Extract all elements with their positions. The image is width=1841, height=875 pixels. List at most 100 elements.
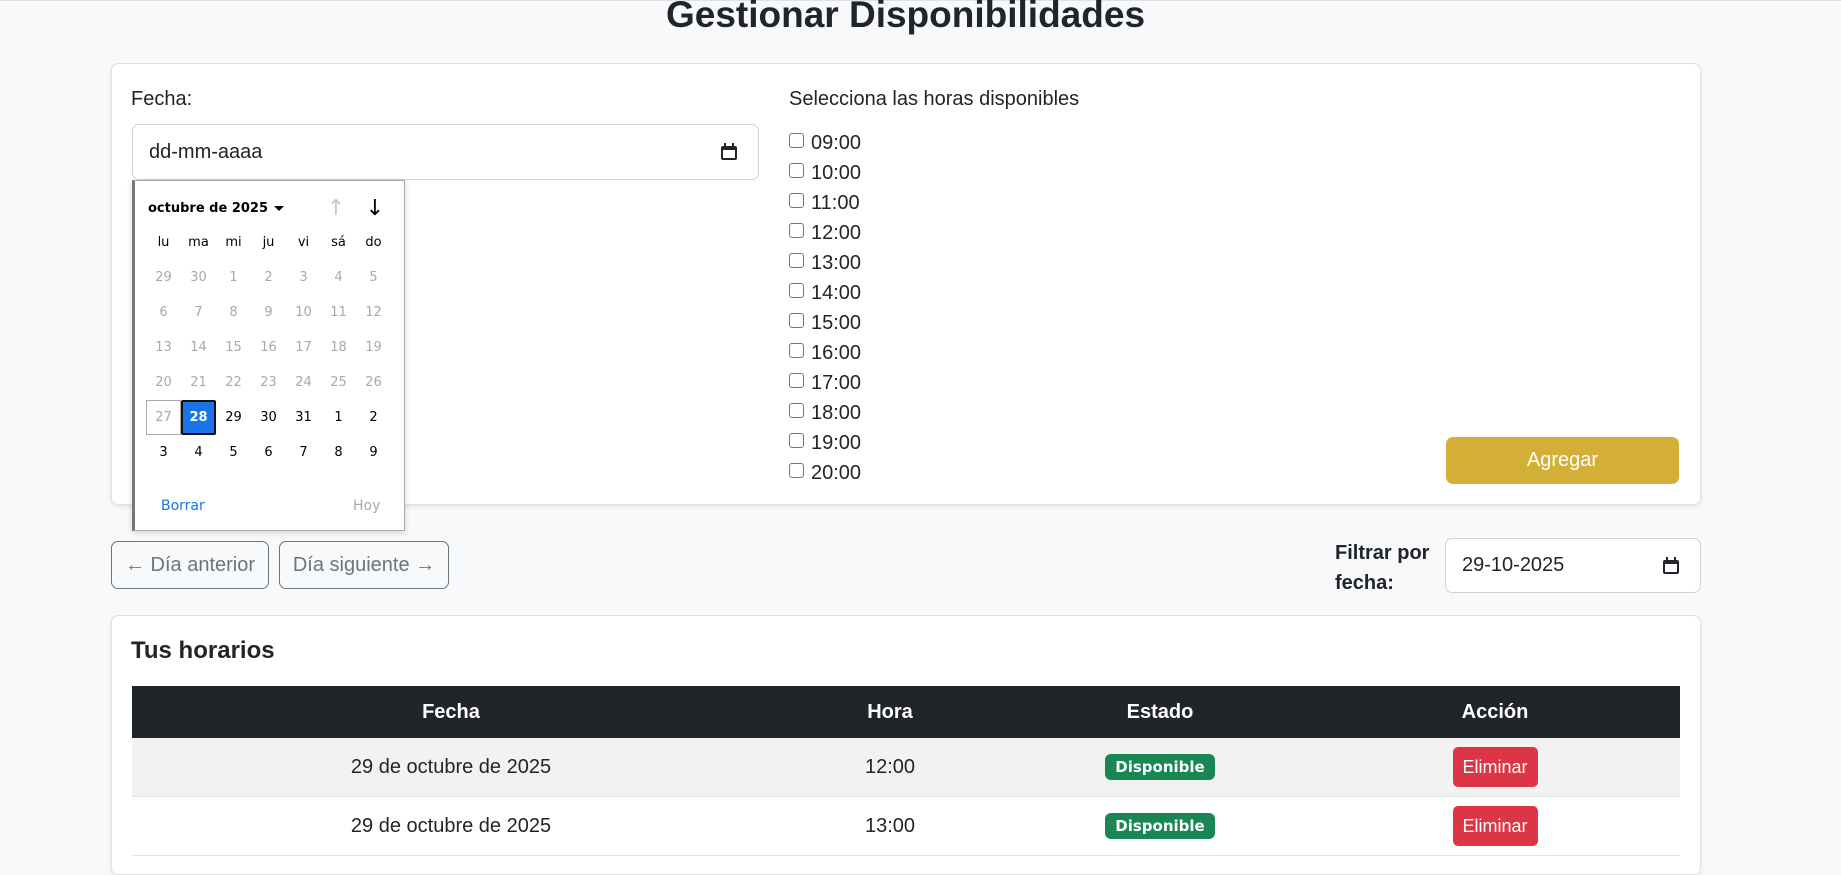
hour-label[interactable]: 18:00 bbox=[811, 402, 861, 425]
hour-option[interactable]: 17:00 bbox=[789, 368, 861, 398]
hour-label[interactable]: 11:00 bbox=[811, 192, 860, 215]
calendar-day[interactable]: 30 bbox=[251, 400, 286, 435]
hour-label[interactable]: 13:00 bbox=[811, 252, 861, 275]
calendar-day[interactable]: 6 bbox=[146, 295, 181, 330]
table-header: Fecha Hora Estado Acción bbox=[132, 686, 1680, 738]
filter-date-input[interactable]: 29-10-2025 bbox=[1445, 538, 1701, 593]
hour-checkbox[interactable] bbox=[789, 342, 804, 358]
page-title: Gestionar Disponibilidades bbox=[665, 0, 1146, 35]
hour-option[interactable]: 18:00 bbox=[789, 398, 861, 428]
calendar-day[interactable]: 27 bbox=[146, 400, 181, 435]
calendar-day[interactable]: 25 bbox=[321, 365, 356, 400]
caret-down-icon bbox=[274, 206, 284, 211]
table-row: 29 de octubre de 2025 13:00 Disponible Elim… bbox=[132, 797, 1680, 856]
calendar-day[interactable]: 2 bbox=[251, 260, 286, 295]
hour-checkbox[interactable] bbox=[789, 252, 804, 268]
hour-checkbox[interactable] bbox=[789, 402, 804, 418]
hour-checkbox[interactable] bbox=[789, 222, 804, 238]
calendar-day[interactable]: 31 bbox=[286, 400, 321, 435]
hour-checkbox[interactable] bbox=[789, 312, 804, 328]
hour-label[interactable]: 16:00 bbox=[811, 342, 861, 365]
hour-option[interactable]: 10:00 bbox=[789, 158, 861, 188]
previous-day-button[interactable]: ← Día anterior bbox=[111, 541, 269, 589]
hour-option[interactable]: 13:00 bbox=[789, 248, 861, 278]
hour-label[interactable]: 20:00 bbox=[811, 462, 861, 485]
weekday-label: ju bbox=[262, 235, 275, 250]
calendar-day[interactable]: 30 bbox=[181, 260, 216, 295]
hour-option[interactable]: 20:00 bbox=[789, 458, 861, 488]
hour-option[interactable]: 09:00 bbox=[789, 128, 861, 158]
calendar-day[interactable]: 23 bbox=[251, 365, 286, 400]
calendar-day[interactable]: 26 bbox=[356, 365, 391, 400]
hour-option[interactable]: 12:00 bbox=[789, 218, 861, 248]
hour-checkbox[interactable] bbox=[789, 162, 804, 178]
hour-label[interactable]: 10:00 bbox=[811, 162, 861, 185]
calendar-day[interactable]: 17 bbox=[286, 330, 321, 365]
hour-checkbox[interactable] bbox=[789, 282, 804, 298]
date-input[interactable]: dd-mm-aaaa bbox=[132, 124, 759, 180]
calendar-day[interactable]: 18 bbox=[321, 330, 356, 365]
arrow-down-icon[interactable]: ↓ bbox=[363, 197, 387, 221]
hour-label[interactable]: 09:00 bbox=[811, 132, 861, 155]
calendar-day[interactable]: 12 bbox=[356, 295, 391, 330]
calendar-icon[interactable] bbox=[720, 143, 738, 161]
calendar-day[interactable]: 21 bbox=[181, 365, 216, 400]
month-selector[interactable]: octubre de 2025 bbox=[148, 201, 284, 216]
clear-button[interactable]: Borrar bbox=[161, 498, 205, 514]
delete-button[interactable]: Eliminar bbox=[1452, 747, 1538, 787]
calendar-day[interactable]: 11 bbox=[321, 295, 356, 330]
weekday-label: ma bbox=[188, 235, 209, 250]
next-day-button[interactable]: Día siguiente → bbox=[279, 541, 449, 589]
cell-action: Eliminar bbox=[1310, 797, 1680, 855]
calendar-day[interactable]: 9 bbox=[356, 435, 391, 470]
calendar-day[interactable]: 6 bbox=[251, 435, 286, 470]
calendar-day[interactable]: 15 bbox=[216, 330, 251, 365]
hour-option[interactable]: 15:00 bbox=[789, 308, 861, 338]
hour-checkbox[interactable] bbox=[789, 372, 804, 388]
calendar-day[interactable]: 19 bbox=[356, 330, 391, 365]
hour-option[interactable]: 11:00 bbox=[789, 188, 861, 218]
month-label: octubre de 2025 bbox=[148, 201, 268, 216]
calendar-day[interactable]: 8 bbox=[216, 295, 251, 330]
calendar-icon[interactable] bbox=[1662, 557, 1680, 575]
hour-label[interactable]: 17:00 bbox=[811, 372, 861, 395]
hour-label[interactable]: 15:00 bbox=[811, 312, 861, 335]
hour-option[interactable]: 14:00 bbox=[789, 278, 861, 308]
hour-checkbox[interactable] bbox=[789, 462, 804, 478]
calendar-day[interactable]: 22 bbox=[216, 365, 251, 400]
calendar-day[interactable]: 10 bbox=[286, 295, 321, 330]
calendar-day[interactable]: 29 bbox=[216, 400, 251, 435]
calendar-day[interactable]: 7 bbox=[181, 295, 216, 330]
add-button[interactable]: Agregar bbox=[1446, 437, 1679, 484]
calendar-day[interactable]: 1 bbox=[216, 260, 251, 295]
calendar-day[interactable]: 7 bbox=[286, 435, 321, 470]
hour-checkbox[interactable] bbox=[789, 432, 804, 448]
calendar-day[interactable]: 2 bbox=[356, 400, 391, 435]
calendar-day[interactable]: 28 bbox=[181, 400, 216, 435]
calendar-day[interactable]: 8 bbox=[321, 435, 356, 470]
hour-checkbox[interactable] bbox=[789, 192, 804, 208]
delete-button[interactable]: Eliminar bbox=[1452, 806, 1538, 846]
calendar-day[interactable]: 1 bbox=[321, 400, 356, 435]
hour-option[interactable]: 16:00 bbox=[789, 338, 861, 368]
hour-label[interactable]: 19:00 bbox=[811, 432, 861, 455]
arrow-up-icon[interactable]: ↑ bbox=[324, 197, 348, 221]
calendar-day[interactable]: 16 bbox=[251, 330, 286, 365]
calendar-day[interactable]: 9 bbox=[251, 295, 286, 330]
calendar-day[interactable]: 3 bbox=[286, 260, 321, 295]
calendar-day[interactable]: 29 bbox=[146, 260, 181, 295]
calendar-day[interactable]: 5 bbox=[216, 435, 251, 470]
calendar-day[interactable]: 14 bbox=[181, 330, 216, 365]
hour-option[interactable]: 19:00 bbox=[789, 428, 861, 458]
calendar-day[interactable]: 4 bbox=[321, 260, 356, 295]
calendar-day[interactable]: 24 bbox=[286, 365, 321, 400]
hour-label[interactable]: 14:00 bbox=[811, 282, 861, 305]
calendar-day[interactable]: 20 bbox=[146, 365, 181, 400]
hour-checkbox[interactable] bbox=[789, 132, 804, 148]
calendar-day[interactable]: 5 bbox=[356, 260, 391, 295]
calendar-day[interactable]: 3 bbox=[146, 435, 181, 470]
today-button[interactable]: Hoy bbox=[353, 498, 380, 514]
hour-label[interactable]: 12:00 bbox=[811, 222, 861, 245]
calendar-day[interactable]: 13 bbox=[146, 330, 181, 365]
calendar-day[interactable]: 4 bbox=[181, 435, 216, 470]
